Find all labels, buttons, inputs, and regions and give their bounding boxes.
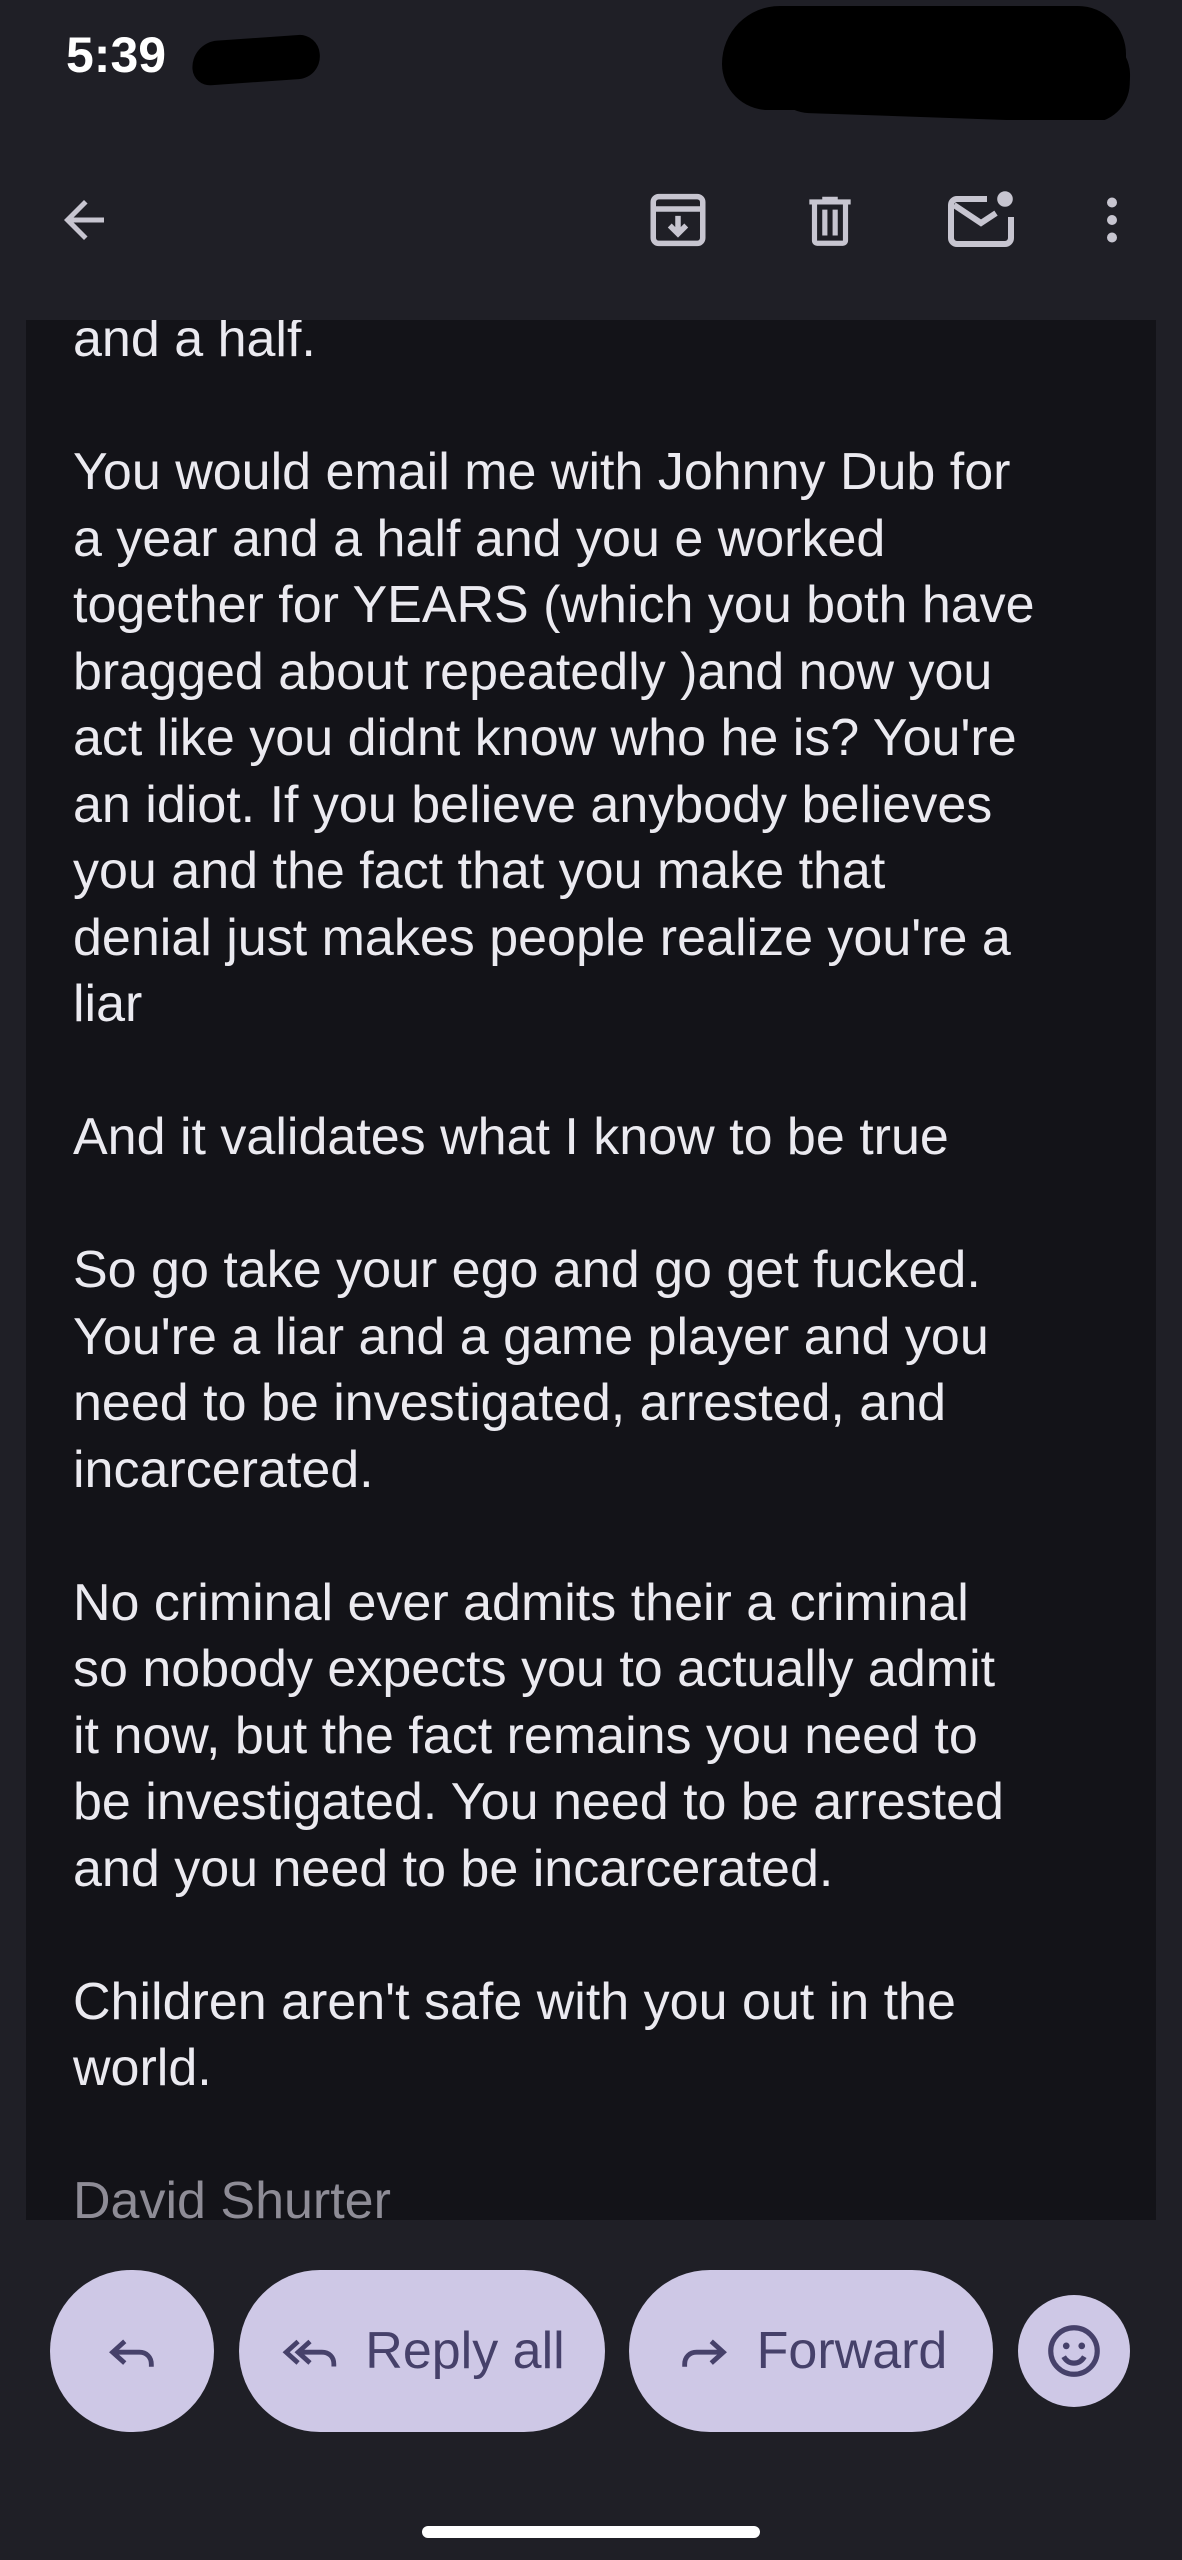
- reply-button[interactable]: [50, 2270, 214, 2432]
- forward-label: Forward: [756, 2322, 948, 2380]
- signature: David Shurter: [73, 2172, 391, 2220]
- home-indicator[interactable]: [422, 2526, 760, 2538]
- reply-all-button[interactable]: Reply all: [239, 2270, 605, 2432]
- status-time: 5:39: [66, 27, 167, 83]
- message-paragraph: And it validates what I know to be true: [73, 1108, 949, 1166]
- forward-button[interactable]: Forward: [629, 2270, 993, 2432]
- arrow-left-icon: [64, 200, 104, 240]
- mark-unread-button[interactable]: [941, 180, 1021, 260]
- message-actions: Reply all Forward: [0, 2220, 1182, 2560]
- emoji-icon: [1048, 2325, 1100, 2377]
- emoji-reaction-button[interactable]: [1018, 2295, 1130, 2407]
- message-paragraph: No criminal ever admits their a criminal…: [73, 1573, 1004, 1898]
- redaction-mark: [768, 23, 1132, 125]
- archive-icon: [650, 193, 706, 247]
- message-text: and a half. You would email me with John…: [73, 320, 1133, 2220]
- toolbar: [0, 120, 1182, 320]
- delete-button[interactable]: [790, 180, 870, 260]
- reply-all-label: Reply all: [365, 2322, 565, 2380]
- forward-icon: [681, 2339, 727, 2367]
- more-vert-icon: [1107, 197, 1117, 243]
- redaction-mark: [190, 33, 322, 87]
- message-paragraph: So go take your ego and go get fucked. Y…: [73, 1241, 989, 1499]
- message-paragraph: You would email me with Johnny Dub for a…: [73, 443, 1035, 1033]
- message-paragraph: Children aren't safe with you out in the…: [73, 1972, 956, 2098]
- status-bar: 5:39: [0, 0, 1182, 125]
- trash-icon: [809, 196, 851, 246]
- more-options-button[interactable]: [1072, 180, 1152, 260]
- mail-unread-icon: [948, 191, 1014, 247]
- reply-all-icon: [282, 2339, 337, 2367]
- back-button[interactable]: [44, 180, 124, 260]
- email-screen: 5:39 and a half. You would email me with…: [0, 0, 1182, 2560]
- reply-icon: [109, 2339, 154, 2367]
- message-body: and a half. You would email me with John…: [26, 320, 1156, 2220]
- archive-button[interactable]: [638, 180, 718, 260]
- message-paragraph: and a half.: [73, 320, 316, 368]
